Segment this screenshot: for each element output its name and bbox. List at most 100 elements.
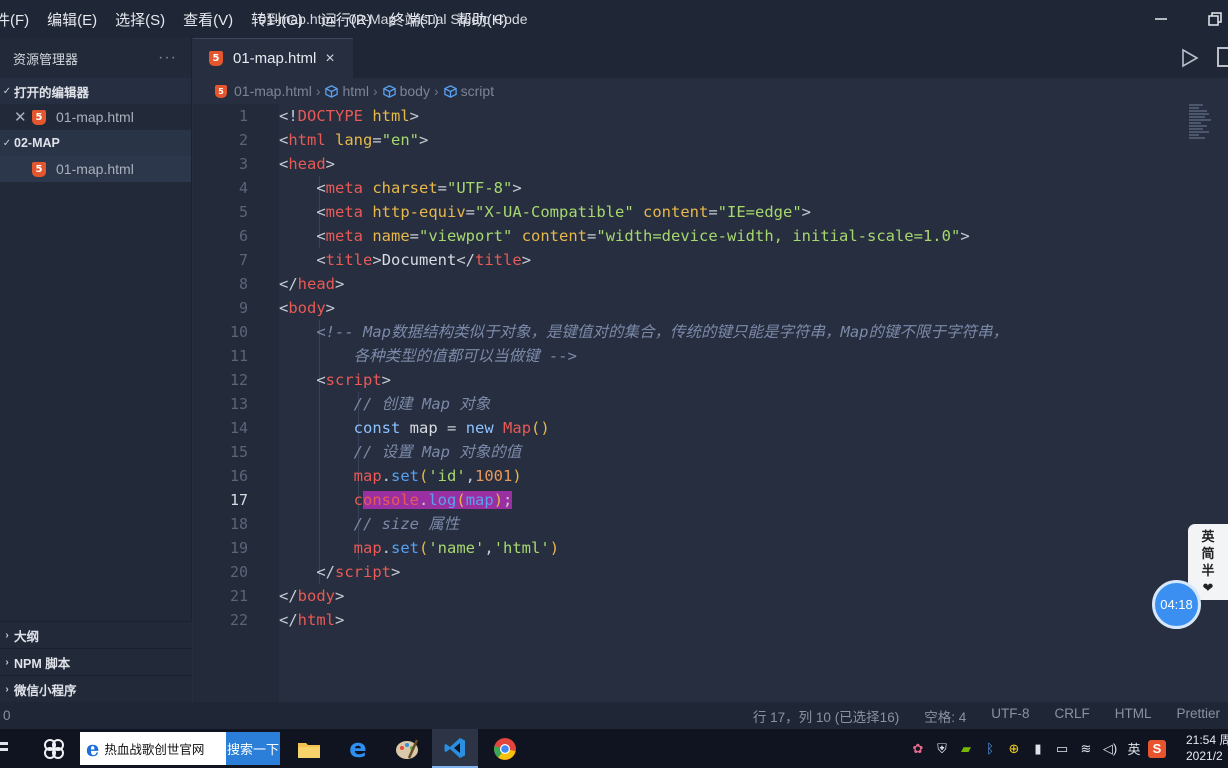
ime-halfwidth[interactable]: 半 bbox=[1201, 562, 1214, 579]
ime-language[interactable]: 英 bbox=[1201, 528, 1214, 545]
chrome-icon bbox=[494, 737, 516, 760]
battery-icon[interactable]: ▭ bbox=[1052, 739, 1072, 759]
wechat-miniprogram-section[interactable]: › 微信小程序 bbox=[0, 675, 192, 702]
menu-view[interactable]: 查看(V) bbox=[174, 0, 242, 38]
npm-scripts-section[interactable]: › NPM 脚本 bbox=[0, 648, 192, 675]
menu-go[interactable]: 转到(G) bbox=[242, 0, 312, 38]
code-text: const map = new Map() bbox=[353, 419, 550, 437]
minimap[interactable] bbox=[1189, 104, 1211, 148]
status-eol[interactable]: CRLF bbox=[1054, 706, 1089, 726]
code-line: 8 </head> bbox=[193, 272, 1228, 296]
workspace-file-item[interactable]: 5 01-map.html bbox=[0, 156, 191, 182]
code-line: 1 <!DOCTYPE html> bbox=[193, 104, 1228, 128]
status-language[interactable]: HTML bbox=[1115, 706, 1152, 726]
line-number: 5 bbox=[238, 203, 248, 221]
input-language[interactable]: 英 bbox=[1124, 739, 1144, 759]
code-text: <meta charset="UTF-8"> bbox=[316, 179, 522, 197]
code-line: 4 <meta charset="UTF-8"> bbox=[193, 176, 1228, 200]
ie-icon: e bbox=[86, 736, 100, 761]
paint-app[interactable] bbox=[384, 729, 430, 768]
line-number: 13 bbox=[229, 395, 248, 413]
breadcrumb-file[interactable]: 5 01-map.html bbox=[215, 83, 312, 99]
line-number: 9 bbox=[238, 299, 248, 317]
bluetooth-icon[interactable]: ᛒ bbox=[980, 739, 1000, 759]
recording-timer[interactable]: 04:18 bbox=[1152, 580, 1201, 629]
chevron-right-icon: › bbox=[5, 683, 9, 695]
system-tray: ✿ ⛨ ▰ ᛒ ⊕ ▮ ▭ ≋ ◁) 英 S bbox=[908, 729, 1170, 768]
file-explorer-app[interactable] bbox=[286, 729, 332, 768]
wifi-icon[interactable]: ≋ bbox=[1076, 739, 1096, 759]
start-icon[interactable] bbox=[43, 738, 65, 760]
search-button[interactable]: 搜索一下 bbox=[226, 732, 280, 765]
code-line: 5 <meta http-equiv="X-UA-Compatible" con… bbox=[193, 200, 1228, 224]
run-icon[interactable] bbox=[1178, 47, 1200, 69]
explorer-sidebar: 资源管理器 ··· ✓ 打开的编辑器 ✕ 5 01-map.html ✓ 02-… bbox=[0, 38, 192, 702]
breadcrumb-body-label: body bbox=[399, 83, 430, 99]
taskbar-clock[interactable]: 21:54 周 2021/2 bbox=[1186, 732, 1228, 764]
status-prettier[interactable]: Prettier bbox=[1176, 706, 1220, 726]
breadcrumb-script[interactable]: script bbox=[443, 83, 494, 99]
heart-icon[interactable]: ❤ bbox=[1203, 579, 1214, 596]
sogou-icon[interactable]: S bbox=[1148, 739, 1166, 758]
status-problems[interactable]: 0 bbox=[3, 708, 11, 723]
code-text: <script> bbox=[316, 371, 392, 389]
code-text: map.set('id',1001) bbox=[353, 467, 522, 485]
close-icon[interactable]: ✕ bbox=[14, 108, 32, 126]
status-indentation[interactable]: 空格: 4 bbox=[924, 706, 966, 726]
menu-terminal[interactable]: 终端(T) bbox=[381, 0, 448, 38]
chrome-app[interactable] bbox=[482, 729, 528, 768]
search-text: 热血战歌创世官网 bbox=[104, 743, 205, 757]
volume-icon[interactable]: ◁) bbox=[1100, 739, 1120, 759]
breadcrumb-html[interactable]: html bbox=[324, 83, 369, 99]
code-text: <title>Document</title> bbox=[316, 251, 532, 269]
ime-simplified[interactable]: 简 bbox=[1201, 545, 1214, 562]
chevron-right-icon: › bbox=[315, 83, 321, 99]
workspace-section[interactable]: ✓ 02-MAP bbox=[0, 130, 191, 156]
task-view-icon[interactable] bbox=[0, 739, 12, 757]
code-line: 12 <script> bbox=[193, 368, 1228, 392]
line-number: 19 bbox=[229, 539, 248, 557]
vscode-app[interactable] bbox=[432, 729, 478, 768]
code-text: <html lang="en"> bbox=[279, 131, 429, 149]
more-actions-icon[interactable]: ··· bbox=[158, 49, 177, 67]
open-editor-item[interactable]: ✕ 5 01-map.html bbox=[0, 104, 191, 130]
flower-icon[interactable]: ✿ bbox=[908, 739, 928, 759]
add-icon[interactable]: ⊕ bbox=[1004, 739, 1024, 759]
palette-icon bbox=[396, 738, 419, 759]
code-text: // size 属性 bbox=[353, 515, 460, 533]
status-cursor-position[interactable]: 行 17，列 10 (已选择16) bbox=[753, 706, 899, 726]
minimize-icon bbox=[1155, 18, 1167, 20]
tab-close-icon[interactable]: × bbox=[325, 50, 334, 68]
code-text: <!-- Map数据结构类似于对象，是键值对的集合，传统的键只能是字符串，Map… bbox=[316, 323, 1008, 341]
menu-run[interactable]: 运行(R) bbox=[312, 0, 381, 38]
microphone-icon[interactable]: ▮ bbox=[1028, 739, 1048, 759]
shield-icon[interactable]: ⛨ bbox=[932, 739, 952, 759]
folder-icon bbox=[298, 742, 320, 758]
tab-01-map-html[interactable]: 5 01-map.html × bbox=[193, 38, 353, 78]
taskbar-search-box[interactable]: e 热血战歌创世官网 bbox=[80, 732, 226, 765]
edge-app[interactable]: e bbox=[335, 729, 381, 768]
restore-icon bbox=[1208, 12, 1222, 26]
restore-button[interactable] bbox=[1192, 0, 1228, 38]
status-encoding[interactable]: UTF-8 bbox=[991, 706, 1029, 726]
menu-edit[interactable]: 编辑(E) bbox=[38, 0, 106, 38]
nvidia-icon[interactable]: ▰ bbox=[956, 739, 976, 759]
code-text: 各种类型的值都可以当做键 --> bbox=[353, 347, 577, 365]
code-text: </body> bbox=[279, 587, 345, 605]
split-editor-icon[interactable] bbox=[1217, 47, 1228, 67]
menu-file[interactable]: 件(F) bbox=[0, 0, 38, 38]
explorer-title: 资源管理器 bbox=[13, 51, 79, 67]
breadcrumb-body[interactable]: body bbox=[382, 83, 430, 99]
menu-help[interactable]: 帮助(H) bbox=[448, 0, 517, 38]
minimize-button[interactable] bbox=[1138, 0, 1184, 38]
code-text: // 创建 Map 对象 bbox=[353, 395, 491, 413]
menu-selection[interactable]: 选择(S) bbox=[106, 0, 174, 38]
open-editors-section[interactable]: ✓ 打开的编辑器 bbox=[0, 78, 191, 104]
chevron-right-icon: › bbox=[5, 629, 9, 641]
code-editor[interactable]: 1 <!DOCTYPE html> 2 <html lang="en"> 3 <hea… bbox=[193, 104, 1228, 702]
wechat-miniprogram-heading: 微信小程序 bbox=[14, 683, 77, 698]
outline-section[interactable]: › 大纲 bbox=[0, 621, 192, 648]
line-number: 10 bbox=[229, 323, 248, 341]
code-text: </script> bbox=[316, 563, 401, 581]
code-line: 15 // 设置 Map 对象的值 bbox=[193, 440, 1228, 464]
